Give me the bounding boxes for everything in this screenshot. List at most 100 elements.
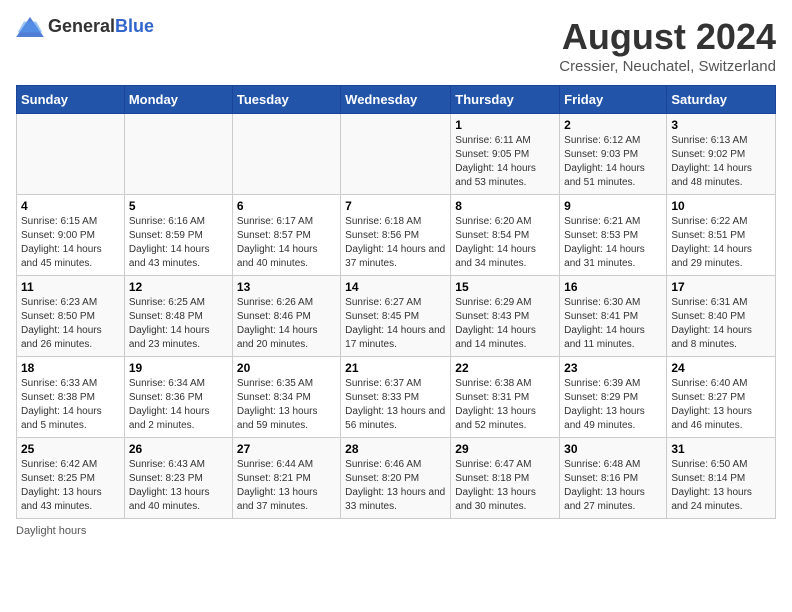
column-header-wednesday: Wednesday	[341, 86, 451, 114]
calendar-cell: 19Sunrise: 6:34 AM Sunset: 8:36 PM Dayli…	[124, 357, 232, 438]
logo: GeneralBlue	[16, 16, 154, 37]
day-info: Sunrise: 6:37 AM Sunset: 8:33 PM Dayligh…	[345, 377, 446, 433]
day-info: Sunrise: 6:20 AM Sunset: 8:54 PM Dayligh…	[455, 215, 555, 271]
calendar-cell: 16Sunrise: 6:30 AM Sunset: 8:41 PM Dayli…	[560, 276, 667, 357]
day-info: Sunrise: 6:25 AM Sunset: 8:48 PM Dayligh…	[129, 296, 228, 352]
day-number: 4	[21, 199, 120, 213]
subtitle: Cressier, Neuchatel, Switzerland	[559, 58, 776, 75]
day-info: Sunrise: 6:23 AM Sunset: 8:50 PM Dayligh…	[21, 296, 120, 352]
title-area: August 2024 Cressier, Neuchatel, Switzer…	[559, 16, 776, 75]
day-number: 26	[129, 442, 228, 456]
day-info: Sunrise: 6:50 AM Sunset: 8:14 PM Dayligh…	[671, 458, 771, 514]
calendar-cell: 5 Sunrise: 6:16 AM Sunset: 8:59 PM Daylig…	[124, 195, 232, 276]
day-info: Sunrise: 6:12 AM Sunset: 9:03 PM Dayligh…	[564, 134, 662, 190]
calendar-week-5: 25 Sunrise: 6:42 AM Sunset: 8:25 PM Dayli…	[17, 438, 776, 519]
calendar-cell: 21 Sunrise: 6:37 AM Sunset: 8:33 PM Dayli…	[341, 357, 451, 438]
calendar-cell: 8 Sunrise: 6:20 AM Sunset: 8:54 PM Daylig…	[451, 195, 560, 276]
day-info: Sunrise: 6:22 AM Sunset: 8:51 PM Dayligh…	[671, 215, 771, 271]
day-number: 16	[564, 280, 662, 294]
day-number: 12	[129, 280, 228, 294]
calendar-cell	[341, 114, 451, 195]
logo-blue: Blue	[115, 16, 154, 36]
day-info: Sunrise: 6:16 AM Sunset: 8:59 PM Dayligh…	[129, 215, 228, 271]
day-number: 18	[21, 361, 120, 375]
calendar-week-4: 18 Sunrise: 6:33 AM Sunset: 8:38 PM Dayli…	[17, 357, 776, 438]
day-number: 24	[671, 361, 771, 375]
logo-icon	[16, 17, 44, 37]
calendar-cell: 1 Sunrise: 6:11 AM Sunset: 9:05 PM Daylig…	[451, 114, 560, 195]
calendar-cell: 15 Sunrise: 6:29 AM Sunset: 8:43 PM Dayli…	[451, 276, 560, 357]
day-number: 27	[237, 442, 336, 456]
calendar-cell: 9Sunrise: 6:21 AM Sunset: 8:53 PM Daylig…	[560, 195, 667, 276]
day-info: Sunrise: 6:11 AM Sunset: 9:05 PM Dayligh…	[455, 134, 555, 190]
column-header-saturday: Saturday	[667, 86, 776, 114]
day-number: 8	[455, 199, 555, 213]
day-number: 30	[564, 442, 662, 456]
day-info: Sunrise: 6:34 AM Sunset: 8:36 PM Dayligh…	[129, 377, 228, 433]
calendar-cell: 29 Sunrise: 6:47 AM Sunset: 8:18 PM Dayli…	[451, 438, 560, 519]
calendar-cell: 13 Sunrise: 6:26 AM Sunset: 8:46 PM Dayli…	[232, 276, 340, 357]
calendar-cell: 27Sunrise: 6:44 AM Sunset: 8:21 PM Dayli…	[232, 438, 340, 519]
day-number: 21	[345, 361, 446, 375]
calendar-cell: 24 Sunrise: 6:40 AM Sunset: 8:27 PM Dayli…	[667, 357, 776, 438]
day-info: Sunrise: 6:33 AM Sunset: 8:38 PM Dayligh…	[21, 377, 120, 433]
calendar-cell: 28Sunrise: 6:46 AM Sunset: 8:20 PM Dayli…	[341, 438, 451, 519]
day-info: Sunrise: 6:29 AM Sunset: 8:43 PM Dayligh…	[455, 296, 555, 352]
day-info: Sunrise: 6:40 AM Sunset: 8:27 PM Dayligh…	[671, 377, 771, 433]
day-info: Sunrise: 6:35 AM Sunset: 8:34 PM Dayligh…	[237, 377, 336, 433]
day-number: 1	[455, 118, 555, 132]
calendar-week-3: 11Sunrise: 6:23 AM Sunset: 8:50 PM Dayli…	[17, 276, 776, 357]
calendar-cell: 20 Sunrise: 6:35 AM Sunset: 8:34 PM Dayli…	[232, 357, 340, 438]
calendar-cell	[124, 114, 232, 195]
calendar-cell: 3 Sunrise: 6:13 AM Sunset: 9:02 PM Daylig…	[667, 114, 776, 195]
day-number: 3	[671, 118, 771, 132]
column-header-friday: Friday	[560, 86, 667, 114]
calendar-cell	[17, 114, 125, 195]
calendar-cell: 18 Sunrise: 6:33 AM Sunset: 8:38 PM Dayli…	[17, 357, 125, 438]
calendar-table: SundayMondayTuesdayWednesdayThursdayFrid…	[16, 85, 776, 519]
column-header-sunday: Sunday	[17, 86, 125, 114]
day-info: Sunrise: 6:15 AM Sunset: 9:00 PM Dayligh…	[21, 215, 120, 271]
day-number: 15	[455, 280, 555, 294]
day-info: Sunrise: 6:17 AM Sunset: 8:57 PM Dayligh…	[237, 215, 336, 271]
calendar-cell: 17Sunrise: 6:31 AM Sunset: 8:40 PM Dayli…	[667, 276, 776, 357]
main-title: August 2024	[559, 16, 776, 58]
day-number: 5	[129, 199, 228, 213]
day-number: 20	[237, 361, 336, 375]
calendar-week-1: 1 Sunrise: 6:11 AM Sunset: 9:05 PM Daylig…	[17, 114, 776, 195]
day-info: Sunrise: 6:42 AM Sunset: 8:25 PM Dayligh…	[21, 458, 120, 514]
day-number: 31	[671, 442, 771, 456]
day-info: Sunrise: 6:43 AM Sunset: 8:23 PM Dayligh…	[129, 458, 228, 514]
calendar-week-2: 4 Sunrise: 6:15 AM Sunset: 9:00 PM Daylig…	[17, 195, 776, 276]
day-number: 29	[455, 442, 555, 456]
calendar-cell: 2 Sunrise: 6:12 AM Sunset: 9:03 PM Daylig…	[560, 114, 667, 195]
calendar-cell: 22Sunrise: 6:38 AM Sunset: 8:31 PM Dayli…	[451, 357, 560, 438]
day-info: Sunrise: 6:47 AM Sunset: 8:18 PM Dayligh…	[455, 458, 555, 514]
day-number: 10	[671, 199, 771, 213]
calendar-cell: 6Sunrise: 6:17 AM Sunset: 8:57 PM Daylig…	[232, 195, 340, 276]
day-number: 23	[564, 361, 662, 375]
day-info: Sunrise: 6:39 AM Sunset: 8:29 PM Dayligh…	[564, 377, 662, 433]
day-number: 14	[345, 280, 446, 294]
calendar-cell: 10 Sunrise: 6:22 AM Sunset: 8:51 PM Dayli…	[667, 195, 776, 276]
day-info: Sunrise: 6:27 AM Sunset: 8:45 PM Dayligh…	[345, 296, 446, 352]
calendar-cell: 30Sunrise: 6:48 AM Sunset: 8:16 PM Dayli…	[560, 438, 667, 519]
page-header: GeneralBlue August 2024 Cressier, Neucha…	[16, 16, 776, 75]
days-header-row: SundayMondayTuesdayWednesdayThursdayFrid…	[17, 86, 776, 114]
logo-general: General	[48, 16, 115, 36]
day-info: Sunrise: 6:18 AM Sunset: 8:56 PM Dayligh…	[345, 215, 446, 271]
footer-note: Daylight hours	[16, 525, 776, 537]
calendar-cell: 4 Sunrise: 6:15 AM Sunset: 9:00 PM Daylig…	[17, 195, 125, 276]
day-number: 25	[21, 442, 120, 456]
calendar-cell	[232, 114, 340, 195]
calendar-cell: 12 Sunrise: 6:25 AM Sunset: 8:48 PM Dayli…	[124, 276, 232, 357]
column-header-monday: Monday	[124, 86, 232, 114]
calendar-cell: 11Sunrise: 6:23 AM Sunset: 8:50 PM Dayli…	[17, 276, 125, 357]
column-header-tuesday: Tuesday	[232, 86, 340, 114]
day-number: 13	[237, 280, 336, 294]
day-info: Sunrise: 6:13 AM Sunset: 9:02 PM Dayligh…	[671, 134, 771, 190]
calendar-cell: 25 Sunrise: 6:42 AM Sunset: 8:25 PM Dayli…	[17, 438, 125, 519]
calendar-cell: 14 Sunrise: 6:27 AM Sunset: 8:45 PM Dayli…	[341, 276, 451, 357]
day-info: Sunrise: 6:26 AM Sunset: 8:46 PM Dayligh…	[237, 296, 336, 352]
day-number: 2	[564, 118, 662, 132]
